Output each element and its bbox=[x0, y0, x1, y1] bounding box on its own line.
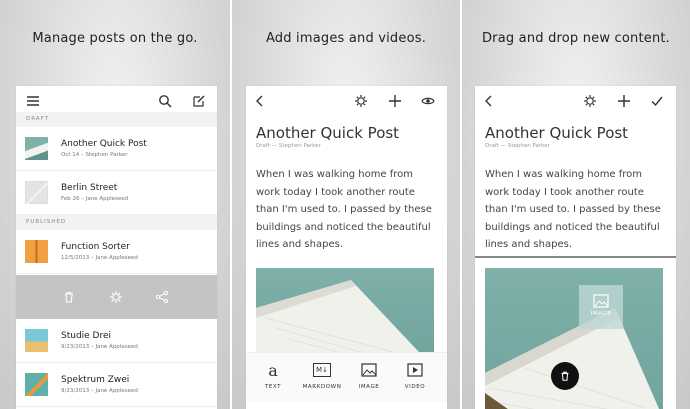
back-chevron-icon[interactable] bbox=[481, 93, 497, 109]
post-meta: 12/5/2013 – Jane Appleseed bbox=[61, 255, 138, 261]
add-icon[interactable] bbox=[387, 93, 403, 109]
trash-icon[interactable] bbox=[61, 289, 77, 305]
image-icon bbox=[346, 359, 392, 381]
settings-icon[interactable] bbox=[108, 289, 124, 305]
post-thumbnail bbox=[25, 240, 48, 263]
panel-add-media: Add images and videos. Another Quick Pos… bbox=[232, 0, 460, 409]
post-title-field[interactable]: Another Quick Post bbox=[256, 124, 399, 142]
checkmark-icon[interactable] bbox=[649, 93, 665, 109]
post-item[interactable]: Function Sorter 12/5/2013 – Jane Applese… bbox=[16, 230, 217, 274]
post-status-meta: Draft — Stephen Parker bbox=[485, 143, 550, 149]
video-icon bbox=[392, 359, 438, 381]
post-item[interactable]: Studie Drei 9/23/2013 – Jane Appleseed bbox=[16, 319, 217, 363]
text-block-tool[interactable]: a TEXT bbox=[250, 359, 296, 391]
markdown-icon: M↓ bbox=[299, 359, 345, 381]
top-bar bbox=[475, 86, 676, 116]
phone-screen-drag: Another Quick Post Draft — Stephen Parke… bbox=[475, 86, 676, 409]
tool-label: IMAGE bbox=[358, 384, 380, 390]
delete-drop-button[interactable] bbox=[551, 362, 579, 390]
post-item[interactable]: Spektrum Zwei 9/23/2013 – Jane Appleseed bbox=[16, 363, 217, 407]
drop-indicator-line bbox=[475, 256, 676, 258]
panel-caption: Drag and drop new content. bbox=[481, 31, 671, 46]
add-icon[interactable] bbox=[616, 93, 632, 109]
phone-screen-posts: DRAFT Another Quick Post Oct 14 – Stephe… bbox=[16, 86, 217, 409]
post-title: Function Sorter bbox=[61, 242, 130, 252]
post-thumbnail bbox=[25, 373, 48, 396]
settings-icon[interactable] bbox=[353, 93, 369, 109]
block-label: IMAGE bbox=[590, 311, 612, 317]
share-icon[interactable] bbox=[154, 289, 170, 305]
back-chevron-icon[interactable] bbox=[252, 93, 268, 109]
search-icon[interactable] bbox=[157, 93, 173, 109]
building-photo bbox=[485, 308, 660, 409]
phone-screen-editor: Another Quick Post Draft — Stephen Parke… bbox=[246, 86, 447, 409]
content-block-toolbar: a TEXT M↓ MARKDOWN IMAGE VIDEO bbox=[246, 352, 447, 402]
compose-icon[interactable] bbox=[191, 93, 207, 109]
panel-drag-drop: Drag and drop new content. Another Quick… bbox=[462, 0, 690, 409]
tool-label: MARKDOWN bbox=[302, 384, 342, 390]
post-title-field[interactable]: Another Quick Post bbox=[485, 124, 628, 142]
post-thumbnail-placeholder bbox=[25, 181, 50, 206]
trash-icon bbox=[559, 370, 571, 382]
post-title: Berlin Street bbox=[61, 183, 118, 193]
preview-eye-icon[interactable] bbox=[420, 93, 436, 109]
post-title: Spektrum Zwei bbox=[61, 375, 130, 385]
post-item[interactable]: Another Quick Post Oct 14 – Stephen Park… bbox=[16, 127, 217, 171]
post-body-text[interactable]: When I was walking home from work today … bbox=[256, 166, 440, 254]
tool-label: TEXT bbox=[264, 384, 282, 390]
text-icon: a bbox=[268, 360, 278, 380]
post-image[interactable] bbox=[485, 268, 663, 409]
post-title: Studie Drei bbox=[61, 331, 112, 341]
post-meta: 9/23/2013 – Jane Appleseed bbox=[61, 388, 138, 394]
panel-caption: Add images and videos. bbox=[265, 31, 427, 46]
video-block-tool[interactable]: VIDEO bbox=[392, 359, 438, 390]
menu-icon[interactable] bbox=[25, 93, 41, 109]
dragged-image-block[interactable]: IMAGE bbox=[579, 285, 623, 329]
panel-caption: Manage posts on the go. bbox=[32, 31, 198, 46]
panel-manage-posts: Manage posts on the go. DRAFT Another Qu… bbox=[0, 0, 230, 409]
post-meta: 9/23/2013 – Jane Appleseed bbox=[61, 344, 138, 350]
swipe-action-bar bbox=[16, 275, 217, 319]
top-bar bbox=[246, 86, 447, 116]
markdown-block-tool[interactable]: M↓ MARKDOWN bbox=[299, 359, 345, 390]
section-label-draft: DRAFT bbox=[16, 112, 217, 127]
post-title: Another Quick Post bbox=[61, 139, 147, 149]
image-icon bbox=[579, 285, 623, 311]
image-block-tool[interactable]: IMAGE bbox=[346, 359, 392, 390]
settings-icon[interactable] bbox=[582, 93, 598, 109]
post-thumbnail bbox=[25, 329, 48, 352]
post-meta: Oct 14 – Stephen Parker bbox=[61, 152, 128, 158]
section-label-published: PUBLISHED bbox=[16, 215, 217, 230]
post-meta: Feb 26 – Jane Appleseed bbox=[61, 196, 129, 202]
post-body-text[interactable]: When I was walking home from work today … bbox=[485, 166, 669, 254]
tool-label: VIDEO bbox=[404, 384, 426, 390]
post-item[interactable]: Berlin Street Feb 26 – Jane Appleseed bbox=[16, 171, 217, 215]
post-thumbnail bbox=[25, 137, 48, 160]
post-status-meta: Draft — Stephen Parker bbox=[256, 143, 321, 149]
